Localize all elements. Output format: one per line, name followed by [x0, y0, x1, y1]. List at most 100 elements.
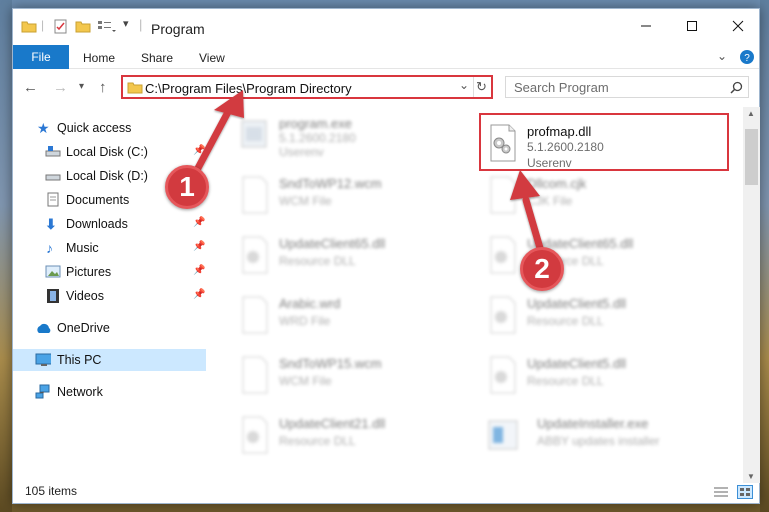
vertical-scrollbar[interactable]: ▲ ▼: [743, 107, 760, 483]
sidebar-item-music[interactable]: ♪ Music 📌: [13, 237, 206, 259]
highlight-box-file: [479, 113, 729, 171]
folder-icon: [127, 82, 143, 94]
item-count: 105 items: [25, 484, 78, 498]
pin-icon: 📌: [193, 289, 206, 300]
properties-icon[interactable]: [53, 19, 69, 35]
sidebar-item-label: Downloads: [66, 217, 128, 231]
file-name: UpdateClient65.dll: [279, 236, 386, 251]
file-list: program.exe 5.1.2600.2180 Userenv SndToW…: [209, 107, 743, 483]
sidebar-item-network[interactable]: Network: [13, 381, 206, 403]
title-bar: | ▾ | Program: [13, 9, 759, 43]
scroll-up-icon[interactable]: ▲: [747, 109, 755, 118]
music-icon: ♪: [46, 240, 53, 256]
file-item[interactable]: UpdateInstaller.exe ABBY updates install…: [479, 409, 719, 461]
file-explorer-window: | ▾ | Program File Home Share View ⌄ ? ←…: [12, 8, 760, 504]
sidebar-item-label: Music: [66, 241, 99, 255]
exe-file-icon: [241, 120, 267, 148]
sidebar-item-onedrive[interactable]: OneDrive: [13, 317, 206, 339]
file-item[interactable]: program.exe 5.1.2600.2180 Userenv: [231, 109, 471, 161]
dll-file-icon: [490, 296, 516, 334]
file-type: WCM File: [279, 194, 332, 208]
file-item[interactable]: UpdateClient65.dll Resource DLL: [231, 229, 471, 281]
expand-ribbon-icon[interactable]: ⌄: [717, 49, 727, 63]
address-bar[interactable]: C:\Program Files\Program Directory ⌄ ↻: [121, 75, 493, 99]
file-name: Dllcom.cjk: [527, 176, 587, 191]
customize-toolbar-icon[interactable]: [97, 19, 117, 35]
chevron-down-icon[interactable]: ▾: [123, 17, 129, 30]
file-item[interactable]: SndToWP15.wcm WCM File: [231, 349, 471, 401]
file-name: UpdateClient5.dll: [527, 296, 627, 311]
sidebar-item-label: Quick access: [57, 121, 132, 135]
ribbon: File Home Share View ⌄ ?: [13, 45, 759, 69]
scroll-down-icon[interactable]: ▼: [747, 472, 755, 481]
file-item[interactable]: UpdateClient5.dll Resource DLL: [479, 349, 719, 401]
sidebar-item-quick-access[interactable]: ★ Quick access: [13, 117, 206, 139]
sidebar-item-local-disk-c[interactable]: Local Disk (C:) 📌: [13, 141, 206, 163]
dll-file-icon: [242, 416, 268, 454]
step-badge-1: 1: [165, 165, 209, 209]
refresh-icon[interactable]: ↻: [476, 79, 487, 95]
sidebar-item-downloads[interactable]: ⬇ Downloads 📌: [13, 213, 206, 235]
separator: |: [41, 18, 45, 32]
file-type: Resource DLL: [279, 434, 356, 448]
documents-icon: [47, 192, 59, 207]
file-name: UpdateClient5.dll: [527, 356, 627, 371]
minimize-icon: [641, 25, 651, 27]
sidebar-item-videos[interactable]: Videos 📌: [13, 285, 206, 307]
help-icon[interactable]: ?: [739, 49, 755, 65]
desktop-background-right: [760, 0, 769, 512]
search-icon[interactable]: [730, 81, 743, 94]
sidebar-item-label: Videos: [66, 289, 104, 303]
download-icon: ⬇: [45, 216, 57, 232]
file-item[interactable]: Arabic.wrd WRD File: [231, 289, 471, 341]
generic-file-icon: [242, 176, 268, 214]
dll-file-icon: [242, 236, 268, 274]
sidebar-item-this-pc[interactable]: This PC: [13, 349, 206, 371]
file-type: Resource DLL: [527, 314, 604, 328]
sidebar-item-pictures[interactable]: Pictures 📌: [13, 261, 206, 283]
file-item[interactable]: UpdateClient5.dll Resource DLL: [479, 289, 719, 341]
file-name: SndToWP15.wcm: [279, 356, 382, 371]
status-bar: 105 items: [13, 481, 759, 503]
tab-share[interactable]: Share: [141, 51, 173, 65]
file-type: WCM File: [279, 374, 332, 388]
large-icons-view-icon[interactable]: [737, 485, 753, 499]
file-item[interactable]: SndToWP12.wcm WCM File: [231, 169, 471, 221]
file-item[interactable]: UpdateClient21.dll Resource DLL: [231, 409, 471, 461]
sidebar-item-label: Documents: [66, 193, 130, 207]
scrollbar-thumb[interactable]: [745, 129, 758, 185]
file-type: WRD File: [279, 314, 331, 328]
dll-file-icon: [490, 236, 516, 274]
file-name: program.exe: [279, 116, 352, 131]
new-folder-icon[interactable]: [75, 19, 91, 33]
forward-arrow-icon[interactable]: →: [53, 79, 68, 96]
tab-view[interactable]: View: [199, 51, 225, 65]
file-type: ABBY updates installer: [537, 434, 660, 448]
minimize-button[interactable]: [623, 9, 669, 43]
tab-file[interactable]: File: [13, 45, 69, 69]
videos-icon: [47, 289, 59, 303]
search-input[interactable]: Search Program: [505, 76, 749, 98]
navigation-bar: ← → ▾ ↑ C:\Program Files\Program Directo…: [13, 73, 759, 103]
file-item[interactable]: Dllcom.cjk CJK File: [479, 169, 719, 221]
folder-icon: [21, 21, 37, 33]
recent-locations-icon[interactable]: ▾: [79, 81, 84, 92]
address-dropdown-icon[interactable]: ⌄: [459, 78, 469, 92]
dll-file-icon: [490, 356, 516, 394]
star-icon: ★: [37, 120, 50, 136]
file-company: Userenv: [279, 145, 324, 159]
sidebar-item-label: This PC: [57, 353, 102, 367]
drive-icon: [45, 146, 61, 157]
back-arrow-icon[interactable]: ←: [23, 79, 38, 96]
up-arrow-icon[interactable]: ↑: [99, 79, 107, 96]
tab-home[interactable]: Home: [83, 51, 115, 65]
details-view-icon[interactable]: [713, 486, 729, 498]
pin-icon: 📌: [193, 241, 206, 252]
drive-icon: [45, 174, 61, 181]
file-item[interactable]: UpdateClient65.dll Resource DLL: [479, 229, 719, 281]
maximize-button[interactable]: [669, 9, 715, 43]
file-name: Arabic.wrd: [279, 296, 341, 311]
close-button[interactable]: [715, 9, 761, 43]
maximize-icon: [687, 21, 697, 31]
search-placeholder: Search Program: [514, 80, 609, 95]
